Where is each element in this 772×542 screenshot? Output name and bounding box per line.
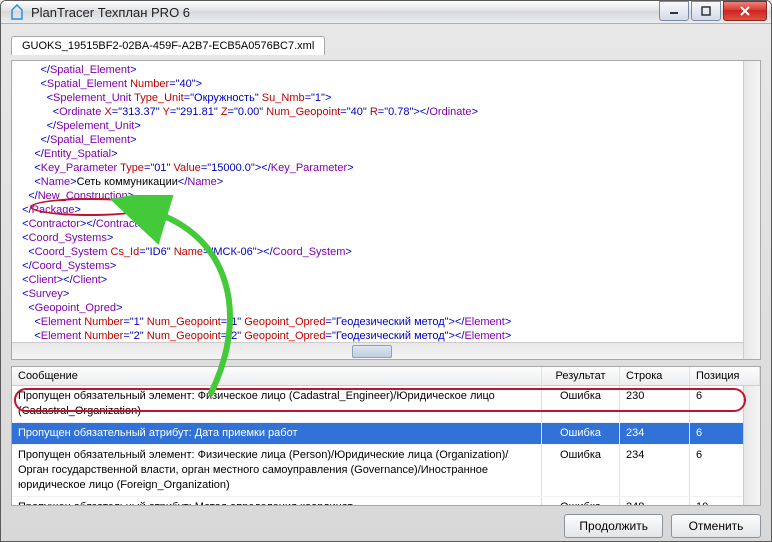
xml-line[interactable]: </Spelement_Unit>	[16, 119, 739, 133]
table-header: Сообщение Результат Строка Позиция	[12, 367, 760, 386]
window-controls	[657, 1, 767, 23]
xml-viewer[interactable]: </Spatial_Element> <Spatial_Element Numb…	[11, 60, 761, 360]
xml-line[interactable]: <Ordinate X="313.37" Y="291.81" Z="0.00"…	[16, 105, 739, 119]
titlebar[interactable]: PlanTracer Техплан PRO 6	[1, 1, 771, 24]
scroll-thumb[interactable]	[352, 345, 392, 358]
cell-result: Ошибка	[542, 497, 620, 505]
xml-line[interactable]: <Spelement_Unit Type_Unit="Окружность" S…	[16, 91, 739, 105]
tab-strip: GUOKS_19515BF2-02BA-459F-A2B7-ECB5A0576B…	[11, 32, 761, 54]
xml-line[interactable]: </Package>	[16, 203, 739, 217]
app-window: PlanTracer Техплан PRO 6 GUOKS_19515BF2-…	[0, 0, 772, 542]
xml-line[interactable]: </New_Construction>	[16, 189, 739, 203]
xml-content[interactable]: </Spatial_Element> <Spatial_Element Numb…	[12, 61, 743, 359]
tab-file[interactable]: GUOKS_19515BF2-02BA-459F-A2B7-ECB5A0576B…	[11, 36, 325, 55]
xml-line[interactable]: <Contractor></Contractor>	[16, 217, 739, 231]
xml-line[interactable]: <Element Number="1" Num_Geopoint="1" Geo…	[16, 315, 739, 329]
col-result[interactable]: Результат	[542, 367, 620, 385]
xml-line[interactable]: <Client></Client>	[16, 273, 739, 287]
col-position[interactable]: Позиция	[690, 367, 760, 385]
table-row[interactable]: Пропущен обязательный атрибут: Метод опр…	[12, 497, 760, 505]
cell-result: Ошибка	[542, 445, 620, 496]
table-row[interactable]: Пропущен обязательный элемент: Физически…	[12, 445, 760, 497]
table-scrollbar[interactable]	[743, 386, 760, 505]
col-line[interactable]: Строка	[620, 367, 690, 385]
continue-button[interactable]: Продолжить	[564, 514, 663, 538]
maximize-button[interactable]	[691, 1, 721, 21]
cell-result: Ошибка	[542, 423, 620, 444]
cell-line: 248	[620, 497, 690, 505]
cancel-button[interactable]: Отменить	[671, 514, 761, 538]
cell-result: Ошибка	[542, 386, 620, 422]
table-row[interactable]: Пропущен обязательный элемент: Физическо…	[12, 386, 760, 423]
xml-line[interactable]: <Coord_Systems>	[16, 231, 739, 245]
xml-line[interactable]: <Spatial_Element Number="40">	[16, 77, 739, 91]
xml-line[interactable]: <Element Number="2" Num_Geopoint="2" Geo…	[16, 329, 739, 343]
minimize-button[interactable]	[659, 1, 689, 21]
xml-line[interactable]: <Geopoint_Opred>	[16, 301, 739, 315]
col-message[interactable]: Сообщение	[12, 367, 542, 385]
xml-line[interactable]: </Spatial_Element>	[16, 133, 739, 147]
error-table: Сообщение Результат Строка Позиция Пропу…	[11, 366, 761, 506]
xml-line[interactable]: </Spatial_Element>	[16, 63, 739, 77]
cell-line: 230	[620, 386, 690, 422]
xml-line[interactable]: <Survey>	[16, 287, 739, 301]
cell-message: Пропущен обязательный элемент: Физическо…	[12, 386, 542, 422]
cell-line: 234	[620, 423, 690, 444]
app-icon	[9, 4, 25, 20]
close-button[interactable]	[723, 1, 767, 21]
table-row[interactable]: Пропущен обязательный атрибут: Дата прие…	[12, 423, 760, 445]
button-row: Продолжить Отменить	[11, 512, 761, 538]
vertical-scrollbar[interactable]	[743, 61, 760, 359]
xml-line[interactable]: </Coord_Systems>	[16, 259, 739, 273]
xml-line[interactable]: </Entity_Spatial>	[16, 147, 739, 161]
xml-line[interactable]: <Coord_System Cs_Id="ID6" Name="МСК-06">…	[16, 245, 739, 259]
horizontal-scrollbar[interactable]	[12, 342, 743, 359]
table-body: Пропущен обязательный элемент: Физическо…	[12, 386, 760, 505]
cell-line: 234	[620, 445, 690, 496]
xml-line[interactable]: <Name>Сеть коммуникации</Name>	[16, 175, 739, 189]
window-title: PlanTracer Техплан PRO 6	[31, 5, 657, 20]
cell-message: Пропущен обязательный атрибут: Метод опр…	[12, 497, 542, 505]
xml-line[interactable]: <Key_Parameter Type="01" Value="15000.0"…	[16, 161, 739, 175]
cell-message: Пропущен обязательный атрибут: Дата прие…	[12, 423, 542, 444]
cell-message: Пропущен обязательный элемент: Физически…	[12, 445, 542, 496]
client-area: GUOKS_19515BF2-02BA-459F-A2B7-ECB5A0576B…	[1, 24, 771, 542]
